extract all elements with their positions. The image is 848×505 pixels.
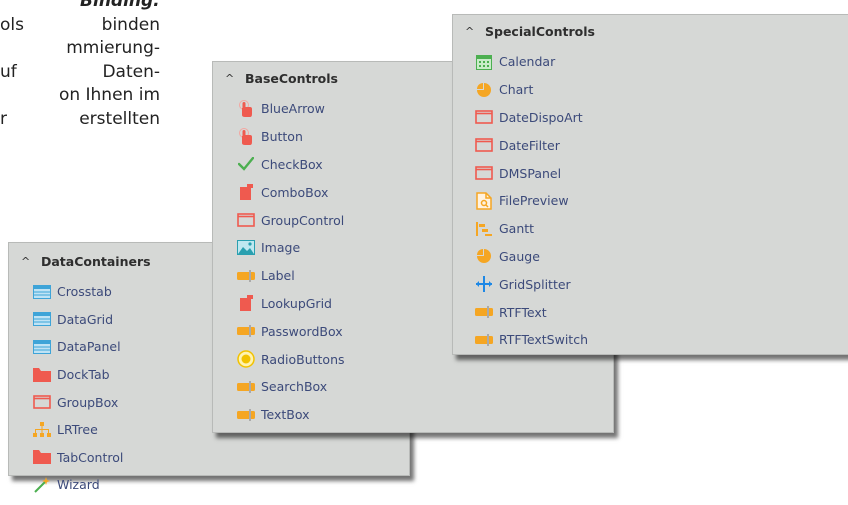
background-paragraph: Binding: ols binden mmierung- uf Daten- on… — [0, 0, 160, 131]
collapse-caret-icon[interactable]: ^ — [21, 255, 33, 268]
list-item-label: GroupBox — [57, 394, 119, 410]
pie-chart-icon — [475, 82, 493, 98]
list-item-label: SearchBox — [261, 379, 328, 395]
folder-icon — [33, 449, 51, 465]
textfield-icon — [237, 407, 255, 423]
list-item-label: DMSPanel — [499, 165, 562, 181]
special-controls-header[interactable]: ^ SpecialControls — [453, 17, 848, 45]
background-text-line: Binding: — [80, 0, 160, 11]
pie-chart-icon — [475, 248, 493, 264]
table-icon — [33, 284, 51, 300]
list-item-label: FilePreview — [499, 193, 569, 209]
table-icon — [33, 339, 51, 355]
frame-icon — [33, 394, 51, 410]
list-item-label: GridSplitter — [499, 276, 571, 292]
table-icon — [33, 311, 51, 327]
collapse-caret-icon[interactable]: ^ — [225, 72, 237, 85]
list-item-filepreview[interactable]: FilePreview — [453, 187, 848, 215]
list-item-label: Crosstab — [57, 284, 112, 300]
list-item-label: Chart — [499, 82, 534, 98]
list-item-label: Gantt — [499, 221, 535, 237]
list-item-wizard[interactable]: Wizard — [9, 471, 409, 499]
special-controls-list: Calendar Chart DateDispoArt DateFilter DMSPa… — [453, 48, 848, 354]
list-item-label: DataGrid — [57, 311, 114, 327]
frame-icon — [475, 109, 493, 125]
textfield-icon — [237, 323, 255, 339]
list-item-label: GroupControl — [261, 212, 345, 228]
panel-title: SpecialControls — [485, 23, 595, 39]
list-item-datedispoart[interactable]: DateDispoArt — [453, 104, 848, 132]
frame-icon — [237, 212, 255, 228]
splitter-icon — [475, 276, 493, 293]
list-item-label: Wizard — [57, 477, 100, 493]
list-item-label: CheckBox — [261, 156, 323, 172]
list-item-label: Image — [261, 240, 301, 256]
magic-wand-icon — [33, 476, 51, 493]
background-text-line: r erstellten — [0, 108, 160, 129]
list-item-label: Calendar — [499, 54, 556, 70]
panel-title: DataContainers — [41, 253, 151, 269]
textfield-icon — [475, 304, 493, 320]
list-item-searchbox[interactable]: SearchBox — [213, 373, 613, 401]
list-item-label: TabControl — [57, 449, 124, 465]
gantt-icon — [475, 221, 493, 237]
list-item-gantt[interactable]: Gantt — [453, 215, 848, 243]
list-item-label: LookupGrid — [261, 295, 332, 311]
background-text-line: mmierung- — [66, 38, 160, 58]
list-item-gauge[interactable]: Gauge — [453, 243, 848, 271]
combobox-icon — [237, 184, 255, 201]
textfield-icon — [237, 379, 255, 395]
list-item-datefilter[interactable]: DateFilter — [453, 131, 848, 159]
calendar-icon — [475, 54, 493, 70]
list-item-calendar[interactable]: Calendar — [453, 48, 848, 76]
radio-icon — [237, 350, 255, 368]
list-item-label: DateDispoArt — [499, 109, 583, 125]
list-item-label: RadioButtons — [261, 351, 345, 367]
special-controls-panel: ^ SpecialControls Calendar Chart DateDispo… — [452, 14, 848, 355]
list-item-label: LRTree — [57, 422, 98, 438]
list-item-rtftextswitch[interactable]: RTFTextSwitch — [453, 326, 848, 354]
list-item-tabcontrol[interactable]: TabControl — [9, 444, 409, 472]
hand-pointer-icon — [237, 127, 255, 145]
image-icon — [237, 240, 255, 256]
background-text-line: on Ihnen im — [58, 85, 160, 105]
file-preview-icon — [475, 192, 493, 210]
textfield-icon — [237, 268, 255, 284]
hand-pointer-icon — [237, 99, 255, 117]
list-item-label: DockTab — [57, 367, 110, 383]
background-text-line: uf Daten- — [0, 61, 160, 82]
checkmark-icon — [237, 156, 255, 172]
list-item-dmspanel[interactable]: DMSPanel — [453, 159, 848, 187]
list-item-label: Button — [261, 129, 303, 145]
folder-icon — [33, 367, 51, 383]
frame-icon — [475, 165, 493, 181]
list-item-label: RTFText — [499, 304, 547, 320]
list-item-label: DataPanel — [57, 339, 121, 355]
panel-title: BaseControls — [245, 70, 338, 86]
list-item-chart[interactable]: Chart — [453, 76, 848, 104]
background-text-line: ols binden — [0, 14, 160, 35]
list-item-label: DateFilter — [499, 137, 560, 153]
list-item-label: BlueArrow — [261, 101, 325, 117]
list-item-label: Label — [261, 268, 295, 284]
tree-icon — [33, 421, 51, 438]
list-item-label: PasswordBox — [261, 323, 343, 339]
list-item-label: TextBox — [261, 407, 310, 423]
textfield-icon — [475, 332, 493, 348]
list-item-textbox[interactable]: TextBox — [213, 401, 613, 429]
combobox-icon — [237, 295, 255, 312]
list-item-label: RTFTextSwitch — [499, 332, 588, 348]
frame-icon — [475, 137, 493, 153]
list-item-label: Gauge — [499, 248, 540, 264]
list-item-rtftext[interactable]: RTFText — [453, 298, 848, 326]
list-item-gridsplitter[interactable]: GridSplitter — [453, 270, 848, 298]
list-item-label: ComboBox — [261, 184, 329, 200]
collapse-caret-icon[interactable]: ^ — [465, 25, 477, 38]
